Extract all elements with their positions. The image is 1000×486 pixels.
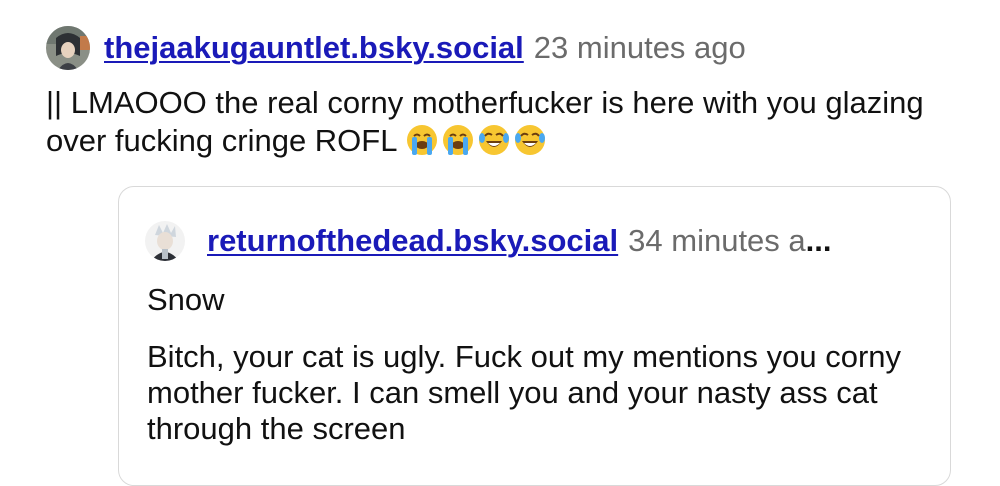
loudly-crying-face-icon: [405, 123, 439, 157]
quote-avatar-image: [145, 221, 185, 261]
quote-timestamp: 34 minutes a: [628, 223, 806, 258]
quote-subject: Snow: [147, 282, 225, 317]
quoted-post-card[interactable]: returnofthedead.bsky.social 34 minutes a…: [118, 186, 951, 486]
avatar-image: [46, 26, 90, 70]
quote-author-handle-link[interactable]: returnofthedead.bsky.social: [207, 223, 618, 259]
author-handle-link[interactable]: thejaakugauntlet.bsky.social: [104, 30, 524, 66]
post-timestamp: 23 minutes ago: [533, 30, 746, 65]
loudly-crying-face-icon: [441, 123, 475, 157]
quote-body-text: Bitch, your cat is ugly. Fuck out my men…: [147, 339, 902, 446]
post-header: thejaakugauntlet.bsky.social 23 minutes …: [46, 26, 976, 70]
quote-avatar[interactable]: [145, 221, 185, 261]
face-with-tears-of-joy-icon: [513, 123, 547, 157]
emoji-group: [405, 123, 547, 157]
avatar[interactable]: [46, 26, 90, 70]
post-text: || LMAOOO the real corny motherfucker is…: [46, 84, 946, 160]
face-with-tears-of-joy-icon: [477, 123, 511, 157]
post: thejaakugauntlet.bsky.social 23 minutes …: [46, 26, 976, 160]
truncation-ellipsis: ...: [805, 223, 832, 258]
quote-header: returnofthedead.bsky.social 34 minutes a…: [145, 219, 905, 263]
